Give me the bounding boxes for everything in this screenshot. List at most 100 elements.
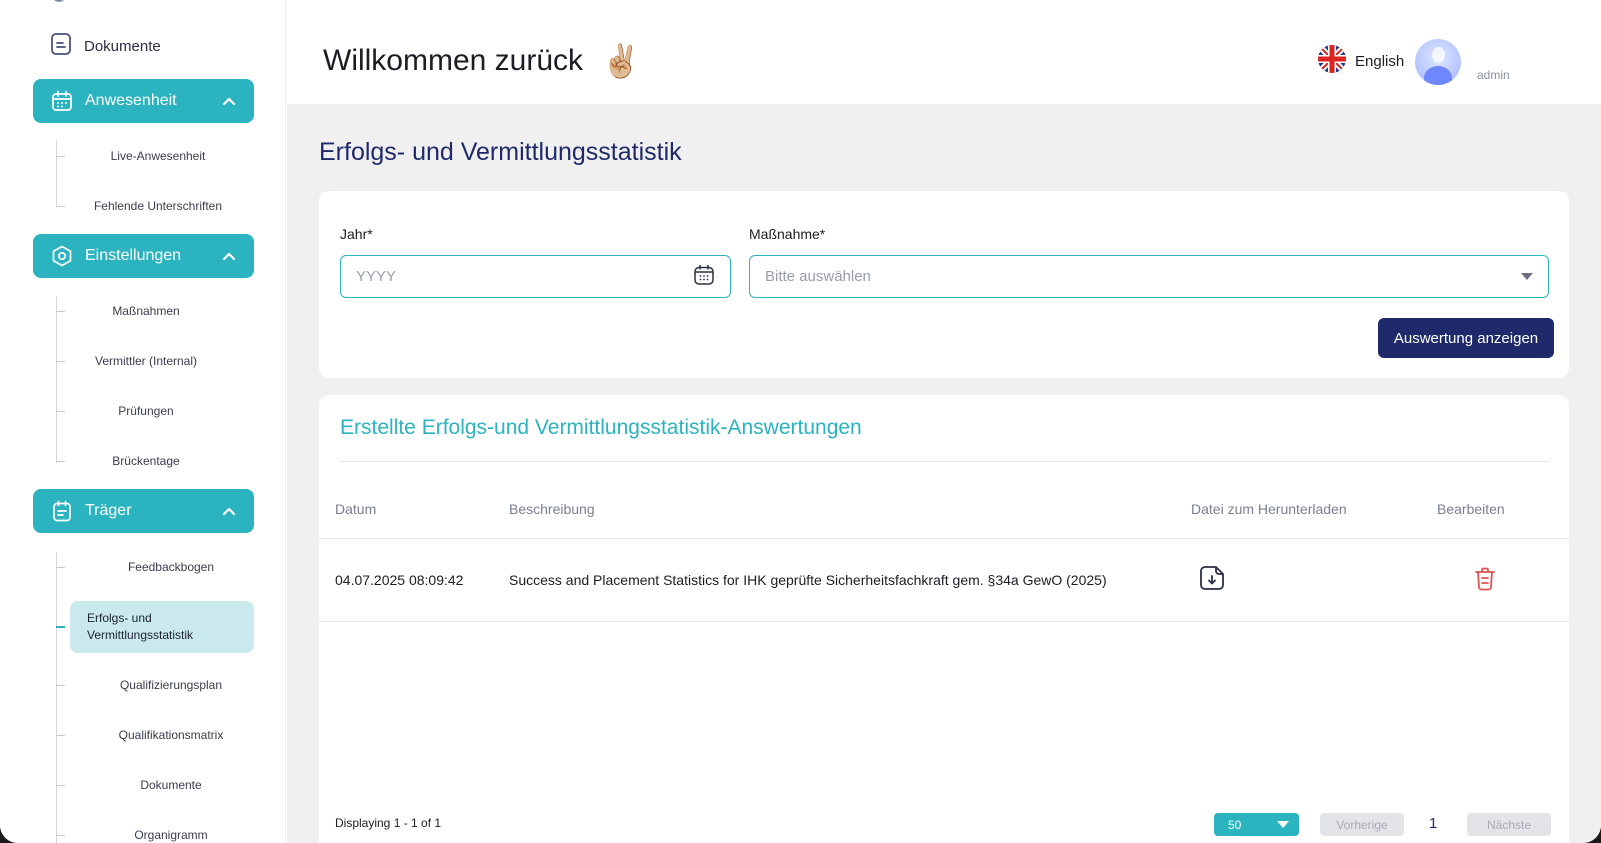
page-size-value: 50 [1228,817,1242,832]
clipboard-icon [51,500,73,522]
victory-hand-icon: ✌🏼 [601,42,641,80]
current-page-number[interactable]: 1 [1429,815,1437,832]
chevron-up-icon [222,251,236,261]
tree-tick [56,734,65,736]
main-content: Willkommen zurück ✌🏼 English admin Erfol… [287,0,1601,843]
sidebar-item-label: Vermittler (Internal) [94,354,198,368]
sidebar-group-traeger[interactable]: Träger [33,489,254,533]
top-header: Willkommen zurück ✌🏼 English admin [287,0,1601,104]
sidebar-item-erfolgs-vermittlungsstatistik[interactable]: Erfolgs- und Vermittlungsstatistik [70,601,254,653]
row-description: Success and Placement Statistics for IHK… [509,572,1107,588]
results-title: Erstellte Erfolgs-und Vermittlungsstatis… [340,416,862,439]
avatar-head [1432,47,1445,63]
caret-down-icon [1521,268,1533,285]
sidebar-item-label: Live-Anwesenheit [110,149,206,163]
filter-card: Jahr* YYYY Maßnahme* Bitte auswählen Aus… [319,191,1569,378]
sidebar-item-live-anwesenheit[interactable]: Live-Anwesenheit [56,145,251,167]
measure-placeholder: Bitte auswählen [765,268,871,285]
sidebar-item-active-marker [56,616,65,638]
settings-icon [51,245,73,267]
tree-tick [56,460,65,462]
document-icon [50,32,72,61]
tree-tick [56,360,65,362]
sidebar-item-label-line1: Erfolgs- und [87,611,152,625]
chevron-up-icon [222,96,236,106]
download-file-icon[interactable] [1199,565,1225,596]
tree-tick [56,784,65,786]
chevron-up-icon [222,506,236,516]
sidebar-item-dokumente[interactable]: Dokumente [50,32,161,61]
show-evaluation-button[interactable]: Auswertung anzeigen [1378,318,1554,358]
avatar[interactable] [1415,39,1461,85]
language-switcher[interactable]: English [1317,44,1404,79]
row-date: 04.07.2025 08:09:42 [335,572,464,588]
tree-tick [56,155,65,157]
tree-tick [56,684,65,686]
avatar-body [1424,66,1452,85]
results-card: Erstellte Erfolgs-und Vermittlungsstatis… [319,395,1569,843]
user-name: admin [1477,68,1510,82]
sidebar-item-fehlende-unterschriften[interactable]: Fehlende Unterschriften [56,195,251,217]
table-divider [319,538,1569,539]
year-input[interactable]: YYYY [340,255,731,298]
welcome-heading: Willkommen zurück ✌🏼 [323,42,641,80]
measure-select[interactable]: Bitte auswählen [749,255,1549,298]
column-header-edit: Bearbeiten [1437,501,1505,517]
column-header-description: Beschreibung [509,501,595,517]
measure-label: Maßnahme* [749,226,826,242]
sidebar-item-label: Qualifikationsmatrix [118,728,224,742]
sidebar-item-label: Qualifizierungsplan [119,678,223,692]
previous-page-button[interactable]: Vorherige [1320,813,1404,836]
sidebar-item-dokumente-traeger[interactable]: Dokumente [56,774,277,796]
sidebar-item-label: Fehlende Unterschriften [93,199,223,213]
sidebar-group-einstellungen[interactable]: Einstellungen [33,234,254,278]
welcome-text: Willkommen zurück [323,44,584,77]
scrolled-icon [52,0,66,2]
year-label: Jahr* [340,226,373,242]
sidebar-item-organigramm[interactable]: Organigramm [56,824,277,843]
column-header-date: Datum [335,501,377,517]
sidebar-item-qualifikationsmatrix[interactable]: Qualifikationsmatrix [56,724,277,746]
tree-tick [56,205,65,207]
next-page-button[interactable]: Nächste [1467,813,1551,836]
tree-tick [56,566,65,568]
sidebar-item-label-line2: Vermittlungsstatistik [87,628,194,642]
sidebar-item-label: Maßnahmen [112,304,180,318]
sidebar-item-massnahmen[interactable]: Maßnahmen [56,300,227,322]
sidebar-group-label: Einstellungen [85,247,182,264]
sidebar-group-label: Anwesenheit [85,92,177,109]
page-size-select[interactable]: 50 [1214,813,1299,836]
sidebar-item-qualifizierungsplan[interactable]: Qualifizierungsplan [56,674,277,696]
sidebar-item-label: Prüfungen [118,404,174,418]
sidebar: Dokumente Anwesenheit Live-Anwesenheit F… [0,0,286,843]
sidebar-item-feedbackbogen[interactable]: Feedbackbogen [56,556,277,578]
sidebar-item-pruefungen[interactable]: Prüfungen [56,400,227,422]
sidebar-item-label: Feedbackbogen [127,560,215,574]
column-header-download: Datei zum Herunterladen [1191,501,1347,517]
sidebar-item-label: Dokumente [84,37,161,55]
sidebar-group-anwesenheit[interactable]: Anwesenheit [33,79,254,123]
caret-down-icon [1277,818,1289,832]
app-window: Dokumente Anwesenheit Live-Anwesenheit F… [0,0,1601,843]
sidebar-item-label: Organigramm [134,828,208,842]
tree-tick [56,310,65,312]
year-placeholder: YYYY [356,268,397,285]
calendar-icon [51,90,73,112]
sidebar-item-brueckentage[interactable]: Brückentage [56,450,227,472]
calendar-icon[interactable] [693,264,715,290]
tree-line [56,552,57,843]
tree-tick-active [56,626,65,628]
sidebar-group-label: Träger [85,502,132,519]
language-label: English [1355,53,1405,70]
uk-flag-icon [1317,44,1347,79]
divider [340,461,1549,462]
sidebar-item-vermittler[interactable]: Vermittler (Internal) [56,350,227,372]
sidebar-item-label: Dokumente [140,778,202,792]
sidebar-item-label: Brückentage [112,454,180,468]
pagination-summary: Displaying 1 - 1 of 1 [335,816,442,830]
tree-tick [56,410,65,412]
page-title: Erfolgs- und Vermittlungsstatistik [319,138,682,166]
table-divider [319,621,1569,622]
delete-icon[interactable] [1474,567,1496,596]
tree-tick [56,834,65,836]
